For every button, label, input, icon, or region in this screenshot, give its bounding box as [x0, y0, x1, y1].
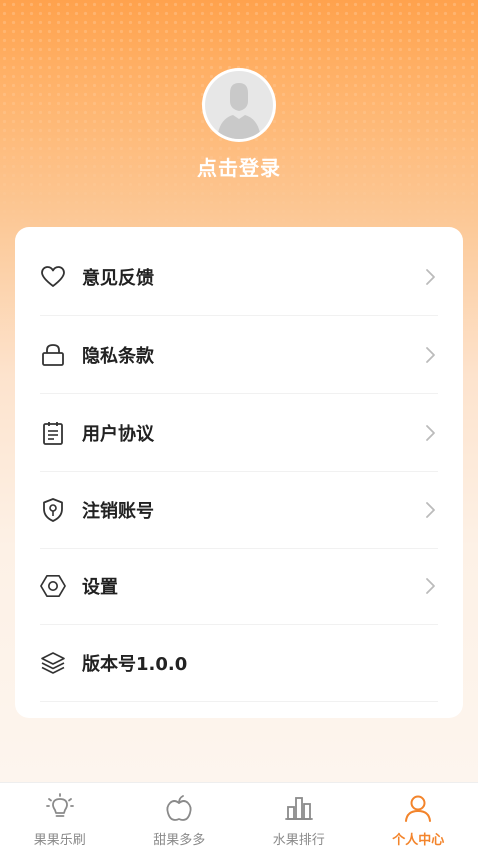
tab-fruit-ranking[interactable]: 水果排行	[239, 783, 359, 850]
tab-label: 个人中心	[392, 833, 445, 848]
tab-label: 果果乐刷	[33, 833, 86, 848]
chevron-right-icon	[426, 269, 435, 285]
menu-item-label: 意见反馈	[82, 268, 154, 289]
login-link[interactable]: 点击登录	[197, 152, 281, 181]
layers-icon	[40, 650, 66, 676]
default-avatar-icon	[205, 71, 273, 139]
chevron-right-icon	[426, 425, 435, 441]
menu-item-label: 注销账号	[82, 501, 154, 522]
bottom-tab-bar: 果果乐刷 甜果多多 水果排行 个人中心	[0, 782, 478, 850]
tab-profile[interactable]: 个人中心	[359, 783, 478, 850]
menu-item-label: 设置	[82, 577, 118, 598]
menu-item-settings[interactable]: 设置	[40, 548, 438, 625]
profile-section: 点击登录	[0, 68, 478, 181]
menu-card: 意见反馈 隐私条款 用户协议 注销账号 设置 版本号1.0.0	[15, 227, 463, 718]
tab-fruit-swipe[interactable]: 果果乐刷	[0, 783, 120, 850]
clipboard-icon	[40, 420, 66, 446]
person-icon	[403, 793, 433, 823]
chevron-right-icon	[426, 347, 435, 363]
version-label: 版本号1.0.0	[82, 654, 188, 675]
tab-label: 水果排行	[272, 833, 325, 848]
menu-item-label: 用户协议	[82, 424, 154, 445]
tab-label: 甜果多多	[153, 833, 206, 848]
menu-item-user-agreement[interactable]: 用户协议	[40, 395, 438, 472]
bar-chart-icon	[284, 793, 314, 823]
lock-icon	[40, 342, 66, 368]
menu-item-version: 版本号1.0.0	[40, 625, 438, 702]
chevron-right-icon	[426, 578, 435, 594]
menu-item-feedback[interactable]: 意见反馈	[40, 239, 438, 316]
heart-icon	[40, 264, 66, 290]
menu-item-delete-account[interactable]: 注销账号	[40, 472, 438, 549]
tab-sweet-fruits[interactable]: 甜果多多	[120, 783, 240, 850]
lightbulb-icon	[45, 793, 75, 823]
menu-item-privacy[interactable]: 隐私条款	[40, 317, 438, 394]
shield-key-icon	[40, 497, 66, 523]
avatar[interactable]	[202, 68, 276, 142]
menu-item-label: 隐私条款	[82, 346, 154, 367]
apple-icon	[164, 793, 194, 823]
chevron-right-icon	[426, 502, 435, 518]
hexagon-nut-icon	[40, 573, 66, 599]
